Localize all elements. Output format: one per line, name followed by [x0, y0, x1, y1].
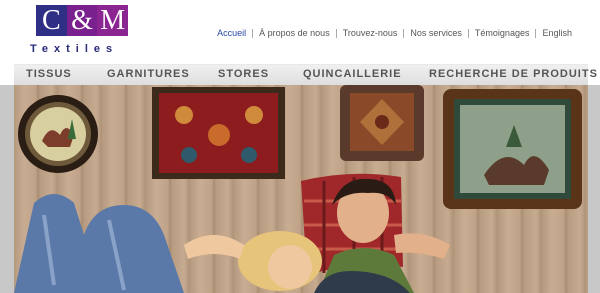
red-floral-tapestry — [152, 87, 285, 179]
nav-tissus[interactable]: TISSUS — [26, 68, 72, 80]
nav-quincaillerie[interactable]: QUINCAILLERIE — [303, 68, 402, 80]
logo-ampersand: & — [66, 5, 98, 36]
nav-recherche-de-produits[interactable]: RECHERCHE DE PRODUITS — [429, 68, 598, 80]
hunting-scene-tapestry — [443, 89, 582, 209]
brand-logo[interactable]: C & M — [36, 5, 129, 36]
logo-letter-c: C — [36, 5, 67, 36]
topnav-accueil[interactable]: Accueil — [217, 28, 246, 38]
nav-garnitures[interactable]: GARNITURES — [107, 68, 190, 80]
hero-banner — [14, 85, 588, 293]
topnav-divider — [335, 28, 337, 38]
site-header: C & M Textiles Accueil À propos de nous … — [0, 0, 600, 62]
topnav-temoignages[interactable]: Témoignages — [475, 28, 530, 38]
topnav-divider — [467, 28, 469, 38]
topnav-a-propos[interactable]: À propos de nous — [259, 28, 330, 38]
logo-letter-m: M — [97, 5, 129, 36]
top-navigation: Accueil À propos de nous Trouvez-nous No… — [217, 28, 572, 38]
jeans-legs — [14, 194, 184, 293]
topnav-divider — [535, 28, 537, 38]
nav-stores[interactable]: STORES — [218, 68, 269, 80]
ornate-medallion-tapestry — [340, 85, 424, 161]
oval-framed-tapestry — [18, 95, 98, 173]
topnav-english[interactable]: English — [542, 28, 572, 38]
topnav-nos-services[interactable]: Nos services — [410, 28, 462, 38]
topnav-divider — [252, 28, 254, 38]
main-navigation: TISSUS GARNITURES STORES QUINCAILLERIE R… — [14, 64, 597, 86]
topnav-trouvez-nous[interactable]: Trouvez-nous — [343, 28, 398, 38]
hero-illustration — [14, 85, 582, 293]
brand-subtitle: Textiles — [30, 43, 119, 55]
topnav-divider — [403, 28, 405, 38]
